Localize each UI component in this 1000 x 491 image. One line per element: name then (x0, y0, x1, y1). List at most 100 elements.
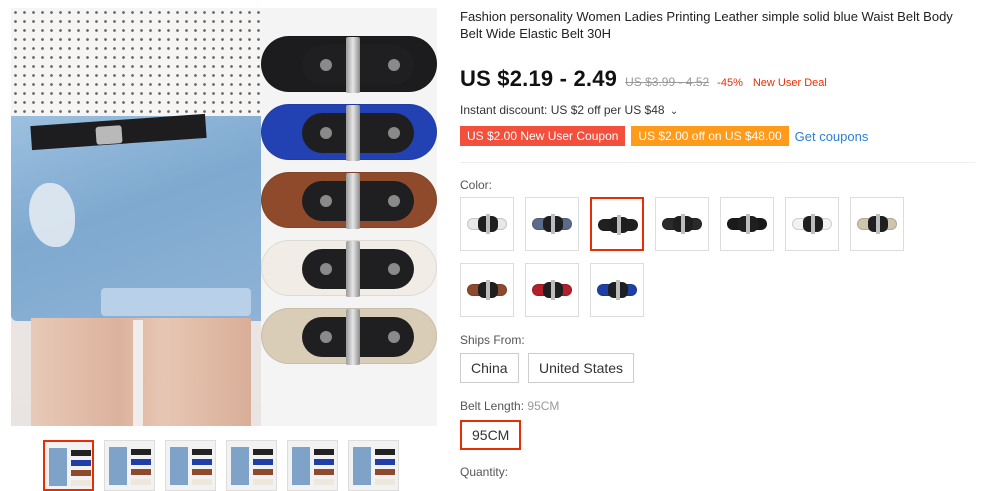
belt-rivet (388, 195, 400, 207)
thumbnail-graphic (71, 480, 91, 486)
instant-discount[interactable]: Instant discount: US $2 off per US $48 ⌄ (460, 103, 678, 117)
divider (460, 162, 975, 163)
swatch-belt-clip (551, 214, 555, 234)
price-row: US $2.19 - 2.49 US $3.99 - 4.52 -45% New… (460, 66, 827, 92)
thumbnail-graphic (292, 447, 310, 485)
shorts-cuff (101, 288, 251, 316)
color-swatch-black-2[interactable] (655, 197, 709, 251)
thumbnail-graphic (192, 479, 212, 485)
swatch-belt-clip (681, 214, 685, 234)
thumbnail-graphic (314, 479, 334, 485)
color-swatch-slate-blue[interactable] (525, 197, 579, 251)
product-belt-4 (261, 240, 437, 297)
thumbnail-graphic (375, 449, 395, 455)
thumbnail-graphic (375, 459, 395, 465)
swatch-belt-clip (811, 214, 815, 234)
color-swatch-brown[interactable] (460, 263, 514, 317)
swatch-belt-clip (616, 280, 620, 300)
color-swatch-blue[interactable] (590, 263, 644, 317)
ships-from-label: Ships From: (460, 333, 525, 347)
ships-from-united-states[interactable]: United States (528, 353, 635, 383)
color-swatch-white-gray[interactable] (460, 197, 514, 251)
coupon-row: US $2.00 New User Coupon US $2.00 off on… (460, 126, 868, 146)
color-swatch-black[interactable] (590, 197, 644, 251)
belt-rivet (388, 127, 400, 139)
belt-metal-clip (346, 309, 360, 365)
instant-discount-text: Instant discount: US $2 off per US $48 (460, 103, 665, 117)
new-user-coupon[interactable]: US $2.00 New User Coupon (460, 126, 626, 146)
thumbnail-strip (43, 440, 399, 491)
thumbnail-graphic (71, 470, 91, 476)
swatch-belt-clip (551, 280, 555, 300)
thumbnail-3[interactable] (165, 440, 216, 491)
product-belt-3 (261, 172, 437, 229)
discount-badge: -45% (717, 77, 743, 89)
thumbnail-graphic (314, 469, 334, 475)
color-label: Color: (460, 178, 493, 192)
thumbnail-graphic (192, 449, 212, 455)
thumbnail-graphic (109, 447, 127, 485)
thumbnail-graphic (253, 459, 273, 465)
belt-rivet (320, 331, 332, 343)
swatch-belt-clip (486, 214, 490, 234)
belt-length-label: Belt Length: 95CM (460, 399, 559, 413)
product-belt-5 (261, 308, 437, 365)
worn-buckle (95, 125, 123, 145)
belt-length-selected-value: 95CM (527, 399, 560, 413)
swatch-belt-clip (486, 280, 490, 300)
color-swatch-red[interactable] (525, 263, 579, 317)
swatch-belt-clip (617, 215, 621, 235)
thumbnail-graphic (314, 459, 334, 465)
thumbnail-6[interactable] (348, 440, 399, 491)
belt-metal-clip (346, 241, 360, 297)
thumbnail-graphic (131, 469, 151, 475)
thumbnail-graphic (314, 449, 334, 455)
swatch-belt-clip (876, 214, 880, 234)
thumbnail-2[interactable] (104, 440, 155, 491)
product-title: Fashion personality Women Ladies Printin… (460, 9, 953, 41)
belt-rivet (388, 59, 400, 71)
thumbnail-1[interactable] (43, 440, 94, 491)
printed-blouse (11, 8, 261, 128)
ships-from-china[interactable]: China (460, 353, 519, 383)
color-swatch-black-3[interactable] (720, 197, 774, 251)
thumbnail-graphic (192, 459, 212, 465)
store-coupon[interactable]: US $2.00 off on US $48.00 (631, 126, 789, 146)
thumbnail-graphic (71, 450, 91, 456)
color-swatch-beige[interactable] (850, 197, 904, 251)
thumbnail-graphic (170, 447, 188, 485)
thumbnail-graphic (71, 460, 91, 466)
belt-metal-clip (346, 37, 360, 93)
belt-length-label-text: Belt Length: (460, 399, 525, 413)
belt-rivet (320, 195, 332, 207)
thumbnail-graphic (231, 447, 249, 485)
belt-metal-clip (346, 105, 360, 161)
model-photo (11, 8, 261, 426)
price: US $2.19 - 2.49 (460, 66, 618, 91)
main-product-image[interactable] (11, 8, 437, 426)
chevron-down-icon: ⌄ (669, 106, 679, 117)
thumbnail-4[interactable] (226, 440, 277, 491)
color-swatch-white[interactable] (785, 197, 839, 251)
belt-rivet (388, 331, 400, 343)
belt-rivet (320, 263, 332, 275)
swatch-belt-clip (746, 214, 750, 234)
thumbnail-graphic (353, 447, 371, 485)
thumbnail-5[interactable] (287, 440, 338, 491)
belt-length-95cm[interactable]: 95CM (460, 420, 522, 450)
thumbnail-graphic (253, 469, 273, 475)
belt-rivet (320, 59, 332, 71)
product-belt-2 (261, 104, 437, 161)
quantity-label: Quantity: (460, 465, 509, 479)
belt-rivet (320, 127, 332, 139)
belt-color-stack (261, 36, 437, 376)
thumbnail-graphic (131, 449, 151, 455)
original-price: US $3.99 - 4.52 (625, 75, 710, 89)
leg-gap (133, 320, 143, 426)
belt-rivet (388, 263, 400, 275)
new-user-deal-badge: New User Deal (752, 77, 827, 89)
get-coupons-link[interactable]: Get coupons (795, 129, 869, 144)
thumbnail-graphic (375, 479, 395, 485)
thumbnail-graphic (131, 459, 151, 465)
thumbnail-graphic (253, 449, 273, 455)
